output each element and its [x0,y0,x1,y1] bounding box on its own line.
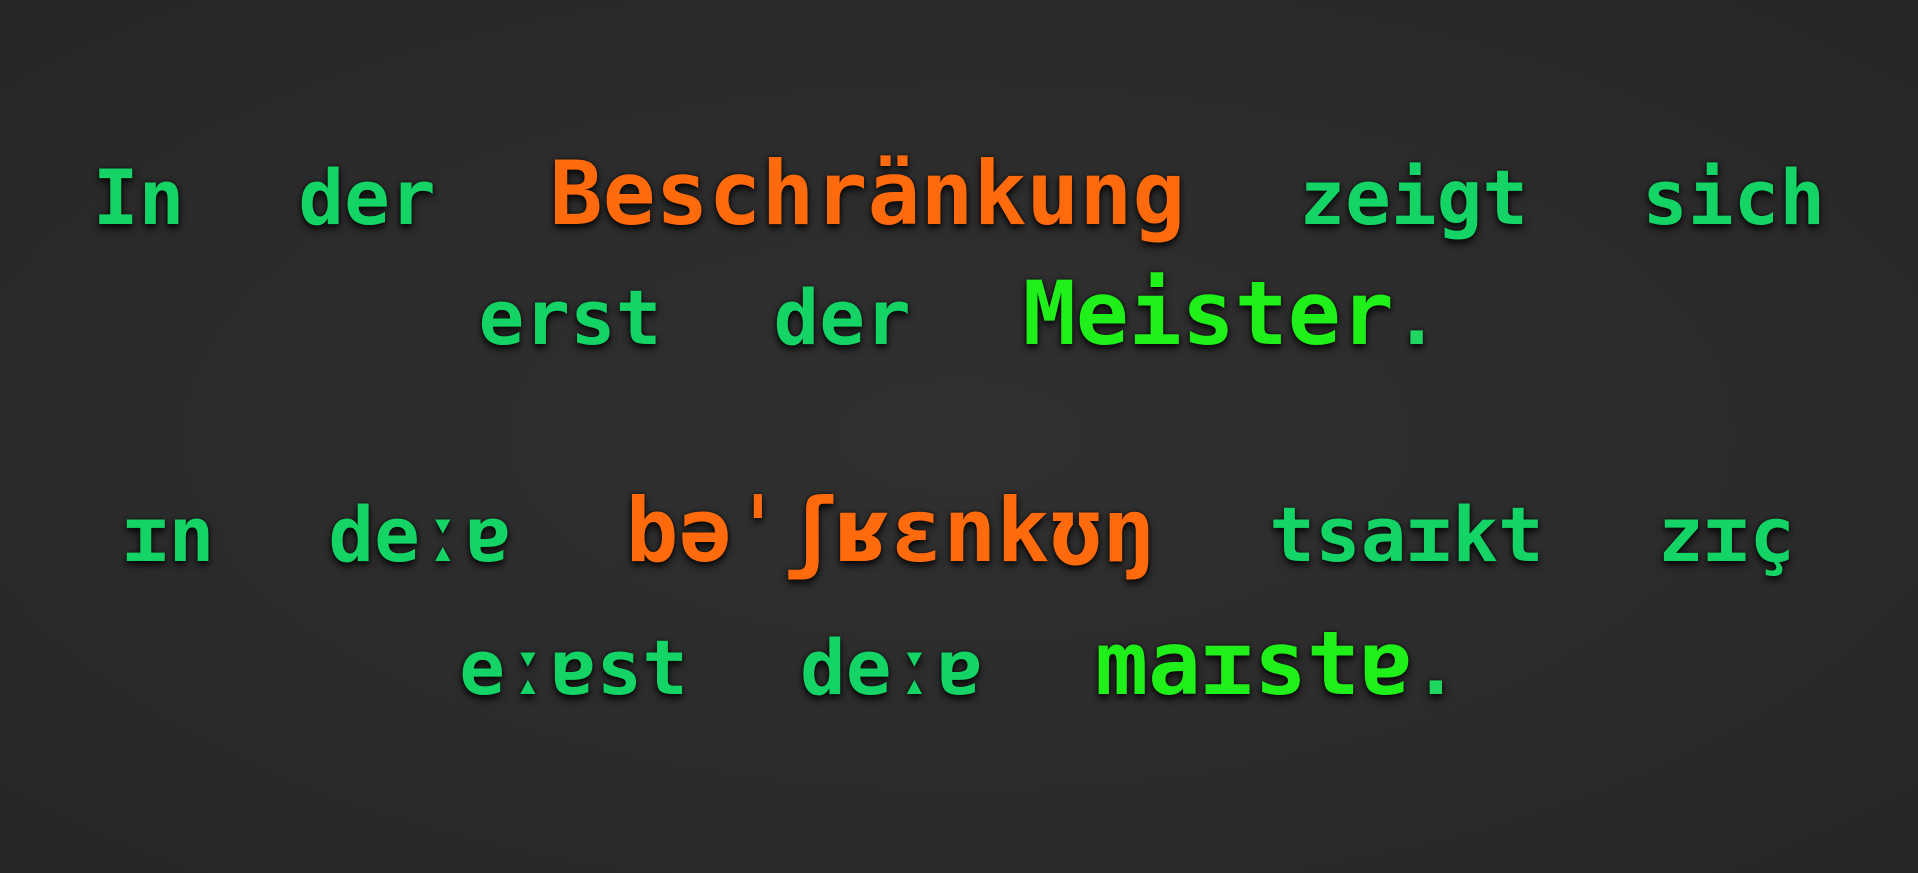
word-zeigt: zeigt [1299,153,1529,242]
word-der-2: der [773,273,911,362]
ipa-meister: maɪstɐ [1095,612,1413,715]
ipa-der: deːɐ [328,490,512,579]
word-der: der [298,153,436,242]
ipa-zeigt: tsaɪkt [1269,490,1544,579]
word-in: In [92,153,185,242]
ipa-period: . [1412,623,1459,712]
quote-display: In der Beschränkung zeigt sich erst der … [0,0,1918,873]
ipa-line-1: ɪn deːɐ bəˈʃʁɛnkʊŋ tsaɪkt zɪç [0,487,1918,575]
ipa-sich: zɪç [1657,490,1796,579]
sentence-line-2: erst der Meister . [0,270,1918,358]
word-sich: sich [1642,153,1826,242]
ipa-der-2: deːɐ [800,623,984,712]
sentence-line-1: In der Beschränkung zeigt sich [0,150,1918,238]
sentence-period: . [1393,273,1440,362]
ipa-erst: eːɐst [459,623,689,712]
ipa-beschraenkung: bəˈʃʁɛnkʊŋ [625,479,1156,582]
ipa-in: ɪn [122,490,215,579]
ipa-line-2: eːɐst deːɐ maɪstɐ . [0,620,1918,708]
word-erst: erst [478,273,662,362]
word-beschraenkung: Beschränkung [549,142,1186,245]
word-meister: Meister [1022,262,1394,365]
